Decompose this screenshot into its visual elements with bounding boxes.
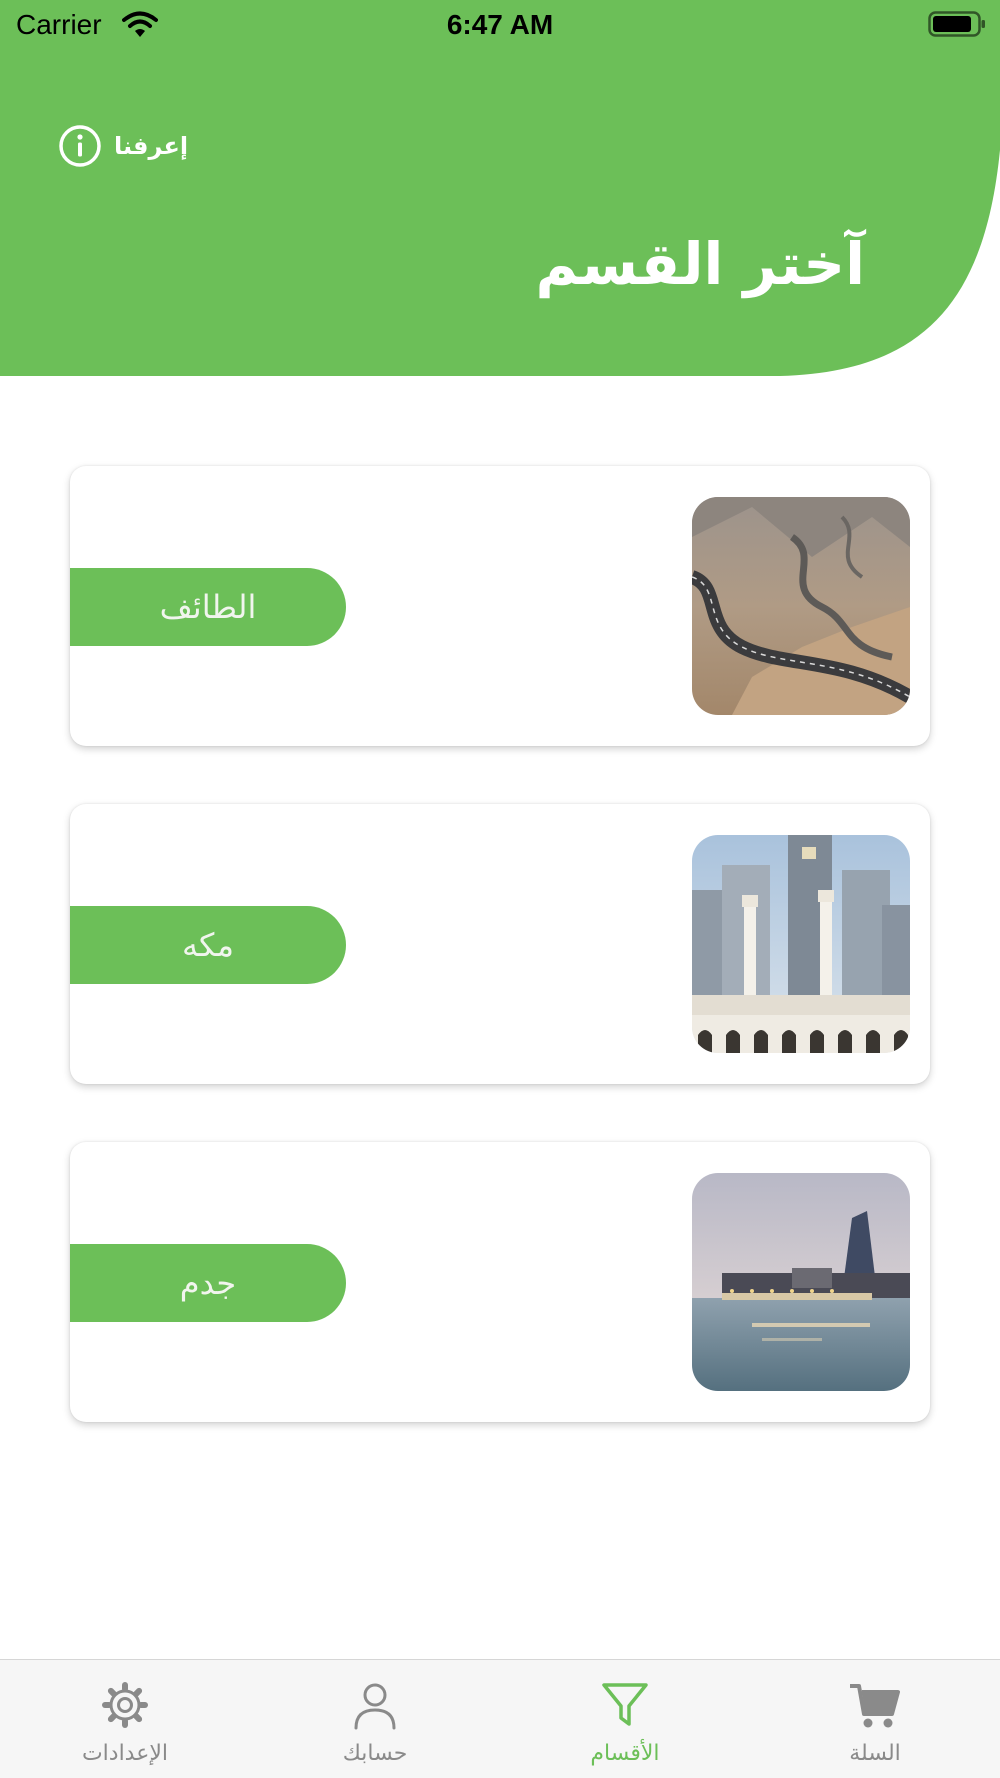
tab-settings[interactable]: الإعدادات xyxy=(0,1660,250,1778)
tab-bar: الإعدادات حسابك الأقسام السلة xyxy=(0,1659,1000,1778)
cart-icon xyxy=(850,1684,900,1728)
user-icon xyxy=(354,1683,396,1730)
tab-cart-label: السلة xyxy=(849,1741,901,1766)
category-label: الطائف xyxy=(159,588,257,626)
category-button-taif[interactable]: الطائف xyxy=(70,568,346,646)
waterfront-image xyxy=(692,1173,910,1391)
category-card-taif[interactable]: الطائف xyxy=(70,466,930,746)
tab-categories-label: الأقسام xyxy=(590,1741,660,1766)
tab-account-label: حسابك xyxy=(342,1741,408,1766)
mountain-road-image xyxy=(692,497,910,715)
category-card-jeddah[interactable]: جدم xyxy=(70,1142,930,1422)
category-button-makkah[interactable]: مكه xyxy=(70,906,346,984)
tab-settings-label: الإعدادات xyxy=(81,1741,169,1766)
clock: 6:47 AM xyxy=(446,9,554,40)
page-title: آختر القسم xyxy=(535,230,865,298)
gear-icon xyxy=(102,1682,148,1728)
category-label: جدم xyxy=(179,1264,237,1302)
battery-icon xyxy=(928,11,985,37)
tab-cart[interactable]: السلة xyxy=(750,1660,1000,1778)
about-us-label: إعرفنا xyxy=(114,132,189,160)
category-button-jeddah[interactable]: جدم xyxy=(70,1244,346,1322)
header-background xyxy=(0,0,1000,376)
about-us-link[interactable]: إعرفنا xyxy=(58,124,188,168)
status-bar: Carrier 6:47 AM xyxy=(0,0,1000,52)
category-label: مكه xyxy=(182,926,234,964)
info-icon xyxy=(59,125,101,167)
filter-icon xyxy=(602,1683,648,1726)
tab-categories[interactable]: الأقسام xyxy=(500,1660,750,1778)
tab-account[interactable]: حسابك xyxy=(250,1660,500,1778)
clock-tower-image xyxy=(692,835,910,1053)
category-card-makkah[interactable]: مكه xyxy=(70,804,930,1084)
